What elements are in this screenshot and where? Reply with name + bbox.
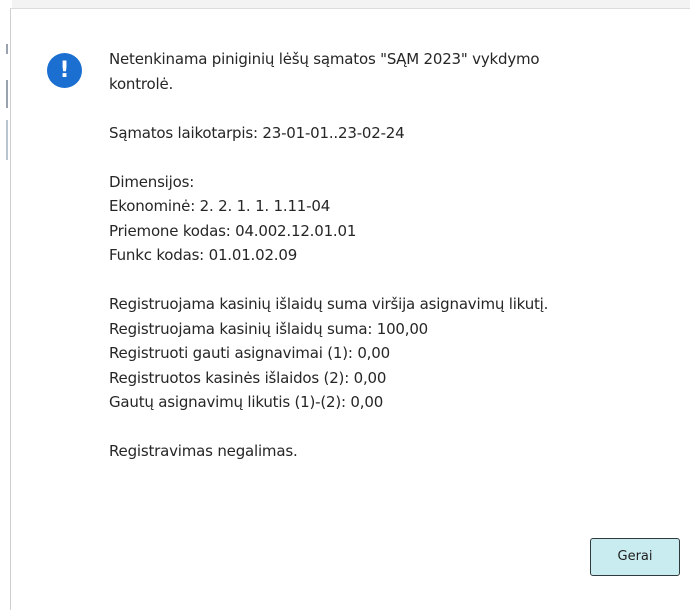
message-text: Netenkinama piniginių lėšų sąmatos "SĄM …	[109, 47, 669, 464]
conclusion-line: Registravimas negalimas.	[109, 442, 298, 460]
economic-dimension: Ekonominė: 2. 2. 1. 1. 1.11-04	[109, 197, 331, 215]
background-separator	[6, 80, 8, 108]
received-allocations: Registruoti gauti asignavimai (1): 0,00	[109, 344, 390, 362]
message-dialog: ! Netenkinama piniginių lėšų sąmatos "SĄ…	[10, 8, 690, 610]
allocation-balance: Gautų asignavimų likutis (1)-(2): 0,00	[109, 393, 384, 411]
message-title-line: kontrolė.	[109, 74, 174, 93]
message-title-line: Netenkinama piniginių lėšų sąmatos "SĄM …	[109, 50, 540, 68]
info-icon: !	[47, 53, 82, 88]
function-code: Funkc kodas: 01.01.02.09	[109, 246, 298, 264]
exceeds-warning: Registruojama kasinių išlaidų suma virši…	[109, 295, 549, 313]
period-line: Sąmatos laikotarpis: 23-01-01..23-02-24	[109, 123, 405, 142]
ok-button[interactable]: Gerai	[590, 538, 680, 576]
dimensions-header: Dimensijos:	[109, 172, 195, 191]
background-separator	[6, 120, 8, 160]
background-separator	[6, 44, 8, 54]
registered-sum: Registruojama kasinių išlaidų suma: 100,…	[109, 319, 429, 338]
registered-expenses: Registruotos kasinės išlaidos (2): 0,00	[109, 368, 387, 387]
measure-code: Priemone kodas: 04.002.12.01.01	[109, 221, 357, 240]
